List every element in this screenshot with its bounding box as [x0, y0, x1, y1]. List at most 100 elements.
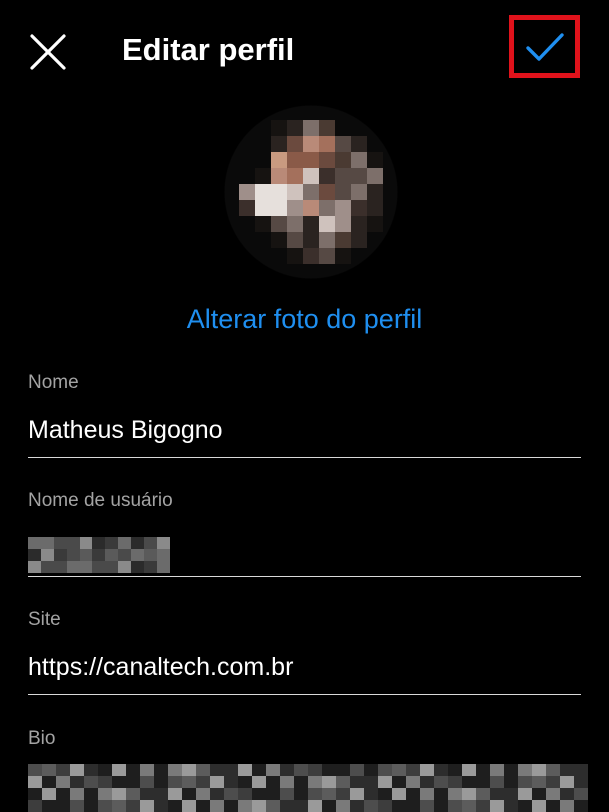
- redacted-pixel: [210, 800, 224, 812]
- redacted-pixel: [112, 776, 126, 788]
- redacted-pixel: [70, 788, 84, 800]
- avatar-pixel: [271, 136, 287, 152]
- avatar-pixel: [287, 152, 303, 168]
- redacted-pixel: [518, 764, 532, 776]
- redacted-pixel: [131, 549, 145, 561]
- avatar-pixel: [367, 168, 383, 184]
- avatar-pixel: [383, 104, 399, 120]
- avatar-pixel: [319, 200, 335, 216]
- avatar-pixel: [335, 152, 351, 168]
- redacted-pixel: [118, 549, 132, 561]
- redacted-pixel: [378, 776, 392, 788]
- bio-field[interactable]: [28, 764, 588, 812]
- avatar-pixel: [239, 168, 255, 184]
- redacted-pixel: [42, 776, 56, 788]
- redacted-pixel: [224, 800, 238, 812]
- redacted-pixel: [140, 788, 154, 800]
- avatar-pixel: [351, 136, 367, 152]
- confirm-button[interactable]: [514, 20, 575, 73]
- avatar-pixel: [335, 264, 351, 280]
- avatar-pixel: [223, 152, 239, 168]
- avatar-pixel: [351, 152, 367, 168]
- redacted-pixel: [53, 537, 67, 549]
- redacted-pixel: [238, 800, 252, 812]
- redacted-pixel: [238, 764, 252, 776]
- redacted-pixel: [131, 561, 145, 573]
- avatar-pixel: [367, 232, 383, 248]
- avatar-pixel: [255, 152, 271, 168]
- avatar-pixel: [239, 216, 255, 232]
- avatar-pixel: [367, 184, 383, 200]
- redacted-pixel: [79, 549, 93, 561]
- avatar-pixel: [271, 168, 287, 184]
- avatar-pixel: [319, 248, 335, 264]
- redacted-pixel: [350, 764, 364, 776]
- redacted-pixel: [105, 549, 119, 561]
- redacted-pixel: [66, 537, 80, 549]
- redacted-pixel: [66, 561, 80, 573]
- redacted-pixel: [224, 776, 238, 788]
- redacted-pixel: [350, 800, 364, 812]
- redacted-pixel: [182, 800, 196, 812]
- redacted-pixel: [378, 800, 392, 812]
- redacted-pixel: [224, 764, 238, 776]
- redacted-pixel: [98, 800, 112, 812]
- avatar-pixel: [335, 216, 351, 232]
- avatar-pixel: [319, 216, 335, 232]
- site-field[interactable]: https://canaltech.com.br: [28, 647, 581, 695]
- redacted-pixel: [266, 776, 280, 788]
- username-field[interactable]: [28, 529, 581, 577]
- avatar-pixel: [255, 248, 271, 264]
- redacted-pixel: [56, 788, 70, 800]
- redacted-pixel: [70, 800, 84, 812]
- profile-avatar[interactable]: [223, 104, 399, 280]
- redacted-pixel: [462, 776, 476, 788]
- avatar-pixel: [239, 152, 255, 168]
- redacted-pixel: [518, 776, 532, 788]
- avatar-pixel: [351, 216, 367, 232]
- redacted-pixel: [56, 776, 70, 788]
- avatar-pixel: [287, 232, 303, 248]
- redacted-pixel: [280, 776, 294, 788]
- close-button[interactable]: [22, 26, 74, 78]
- avatar-pixel: [319, 168, 335, 184]
- name-field[interactable]: Matheus Bigogno: [28, 410, 581, 458]
- redacted-pixel: [118, 561, 132, 573]
- redacted-pixel: [118, 537, 132, 549]
- avatar-pixel: [335, 184, 351, 200]
- avatar-pixel: [303, 120, 319, 136]
- name-label: Nome: [28, 372, 79, 393]
- redacted-pixel: [420, 800, 434, 812]
- redacted-pixel: [322, 776, 336, 788]
- avatar-pixel: [255, 264, 271, 280]
- redacted-pixel: [168, 788, 182, 800]
- redacted-pixel: [490, 776, 504, 788]
- avatar-pixel: [223, 232, 239, 248]
- redacted-pixel: [308, 776, 322, 788]
- avatar-pixel: [223, 248, 239, 264]
- redacted-pixel: [406, 800, 420, 812]
- change-photo-link[interactable]: Alterar foto do perfil: [0, 300, 609, 338]
- redacted-pixel: [105, 561, 119, 573]
- redacted-pixel: [504, 764, 518, 776]
- app-header: Editar perfil: [0, 0, 609, 100]
- redacted-pixel: [462, 788, 476, 800]
- redacted-pixel: [210, 776, 224, 788]
- redacted-pixel: [196, 776, 210, 788]
- avatar-pixel: [287, 264, 303, 280]
- redacted-pixel: [98, 764, 112, 776]
- redacted-pixel: [140, 764, 154, 776]
- avatar-pixel: [319, 104, 335, 120]
- redacted-pixel: [156, 549, 170, 561]
- avatar-pixel: [239, 200, 255, 216]
- redacted-pixel: [182, 788, 196, 800]
- redacted-pixel: [53, 549, 67, 561]
- redacted-pixel: [79, 561, 93, 573]
- redacted-pixel: [476, 800, 490, 812]
- redacted-pixel: [378, 764, 392, 776]
- redacted-pixel: [336, 788, 350, 800]
- redacted-pixel: [92, 537, 106, 549]
- redacted-pixel: [56, 800, 70, 812]
- redacted-pixel: [224, 788, 238, 800]
- redacted-pixel: [574, 788, 588, 800]
